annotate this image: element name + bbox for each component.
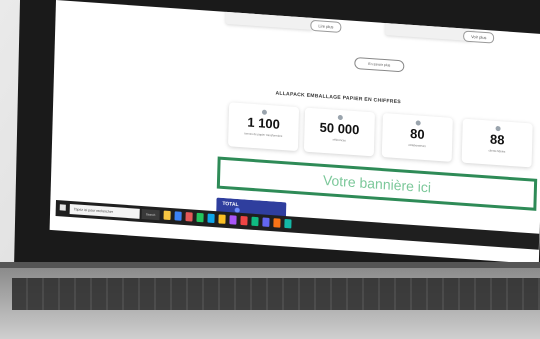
- app-icon[interactable]: [262, 217, 270, 227]
- file-explorer-icon[interactable]: [163, 210, 171, 221]
- app-icon[interactable]: [251, 216, 259, 227]
- app-icon[interactable]: [240, 215, 248, 226]
- taskbar-search-button[interactable]: Search: [141, 209, 160, 221]
- stat-card: 1 100 tonnes de papier transformées: [227, 102, 300, 152]
- keyboard: [12, 278, 540, 310]
- stat-card: 80 collaborateurs: [381, 113, 453, 162]
- photos-icon[interactable]: [218, 214, 226, 224]
- app-icon[interactable]: [273, 218, 281, 228]
- settings-icon[interactable]: [229, 215, 237, 225]
- learn-more-button[interactable]: En savoir plus: [354, 56, 405, 73]
- stat-icon: [337, 114, 343, 121]
- stat-icon: [261, 109, 267, 115]
- chrome-icon[interactable]: [207, 213, 215, 224]
- promo-logo: TOTAL: [222, 200, 239, 209]
- read-more-button-left[interactable]: Lire plus: [310, 19, 342, 33]
- stat-card: 50 000 références: [303, 107, 375, 157]
- edge-icon[interactable]: [196, 212, 204, 223]
- mail-icon[interactable]: [185, 212, 193, 222]
- windows-start-icon[interactable]: [59, 204, 66, 211]
- taskbar-search-input[interactable]: Tapez ici pour rechercher: [69, 203, 140, 219]
- store-icon[interactable]: [174, 211, 182, 221]
- read-more-button-right[interactable]: Voir plus: [463, 30, 495, 44]
- stat-card: 88 clients fidèles: [461, 118, 533, 168]
- stat-icon: [495, 125, 501, 132]
- stat-icon: [415, 120, 421, 126]
- app-icon[interactable]: [284, 218, 292, 229]
- section-headline: ALLAPACK EMBALLAGE PAPIER EN CHIFFRES: [275, 90, 402, 106]
